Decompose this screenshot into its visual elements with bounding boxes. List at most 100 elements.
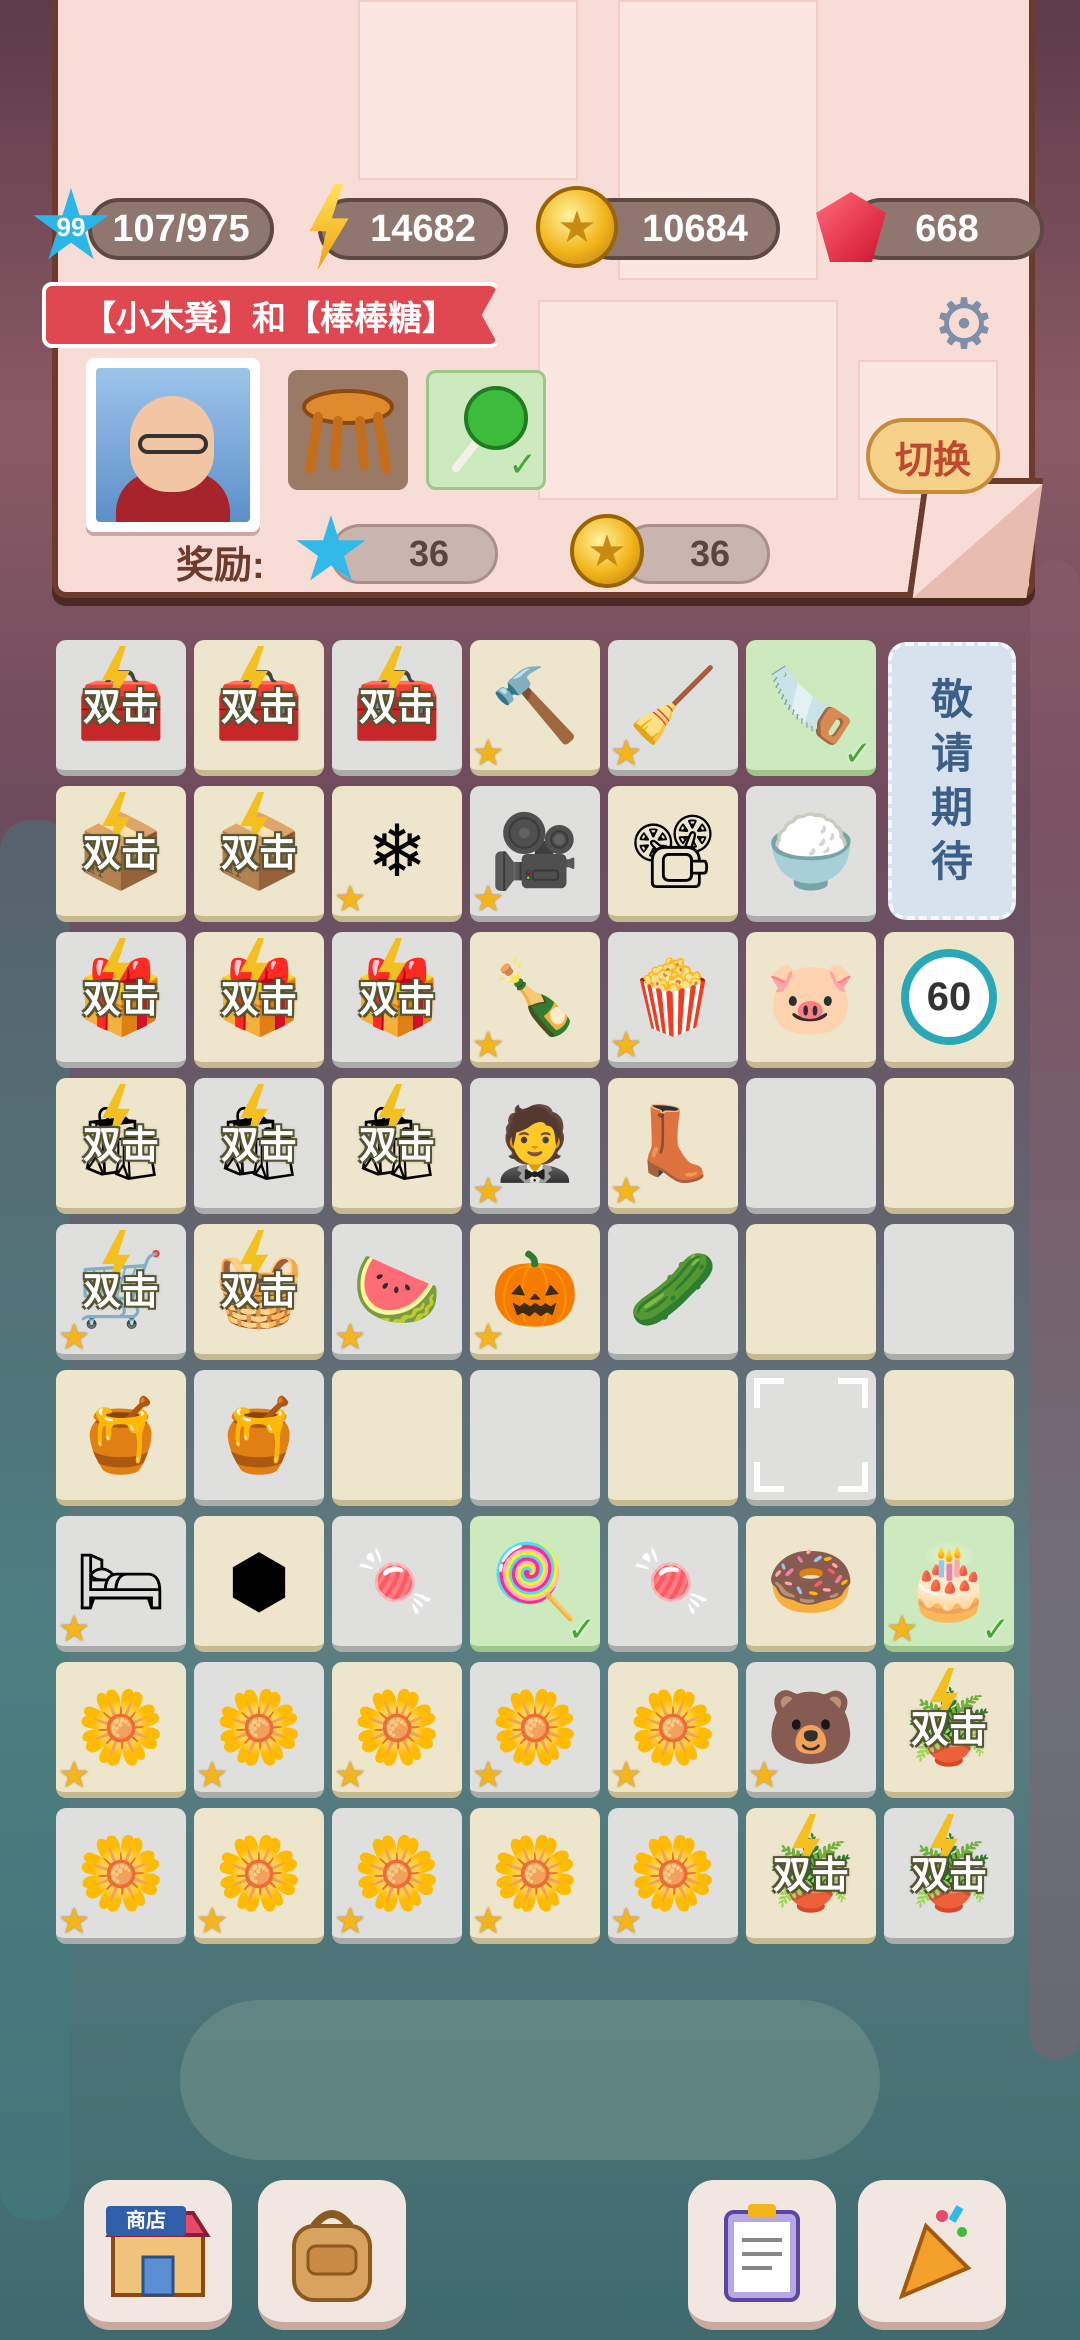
star-badge-icon: ★ [610, 1024, 643, 1065]
board-cell-toolbox-crate[interactable]: 🧰 双击 [194, 640, 324, 776]
board-cell-champagne-bottles[interactable]: 🍾 ★ [470, 932, 600, 1068]
board-cell-snack-box[interactable]: 🎁 双击 [194, 932, 324, 1068]
task-list-button[interactable] [688, 2180, 836, 2330]
board-cell-video-camera[interactable]: 🎥 ★ [470, 786, 600, 922]
coin-icon[interactable]: ★ [532, 182, 622, 272]
board-cell-flower-pot[interactable]: 🪴 双击 [746, 1808, 876, 1944]
star-badge-icon: ★ [58, 1608, 91, 1649]
board-cell-flower-generator[interactable]: 🌼 ★ [56, 1808, 186, 1944]
board-cell-flower-generator[interactable]: 🌼 ★ [332, 1808, 462, 1944]
board-cell-honey-jar[interactable]: 🍯 [194, 1370, 324, 1506]
board-cell-empty[interactable] [470, 1370, 600, 1506]
board-cell-power-drill[interactable]: 🔨 ★ [470, 640, 600, 776]
board-cell-popcorn[interactable]: 🍿 ★ [608, 932, 738, 1068]
board-cell-pumpkin[interactable]: 🎃 ★ [470, 1224, 600, 1360]
board-cell-candy-cane[interactable]: 🍬 [608, 1516, 738, 1652]
coming-soon-char: 敬 [930, 676, 973, 723]
switch-task-button[interactable]: 切换 [866, 418, 1000, 494]
board-cell-shopping-bags[interactable]: 🛍 双击 [56, 1078, 186, 1214]
board-cell-flower-generator[interactable]: 🌼 ★ [608, 1662, 738, 1798]
board-cell-flower-pot[interactable]: 🪴 双击 [884, 1662, 1014, 1798]
board-cell-empty[interactable] [884, 1370, 1014, 1506]
star-badge-icon: ★ [472, 1024, 505, 1065]
energy-value: 14682 [370, 207, 476, 250]
board-cell-empty[interactable] [746, 1078, 876, 1214]
board-cell-honeycomb[interactable]: ⬢ [194, 1516, 324, 1652]
timer-icon: 60 [894, 942, 1004, 1052]
board-cell-flower-generator[interactable]: 🌼 ★ [470, 1662, 600, 1798]
board-cell-electronics-crate[interactable]: 📦 双击 [194, 786, 324, 922]
party-event-button[interactable] [858, 2180, 1006, 2330]
coming-soon-char: 待 [930, 838, 973, 885]
reward-xp-value: 36 [408, 533, 450, 574]
star-badge-icon: ★ [886, 1608, 919, 1649]
board-cell-empty[interactable] [332, 1370, 462, 1506]
coming-soon-panel: 敬 请 期 待 [888, 642, 1016, 920]
board-cell-piggy-bank[interactable]: 🐷 [746, 932, 876, 1068]
board-cell-flower-generator[interactable]: 🌼 ★ [470, 1808, 600, 1944]
shop-sign: 商店 [106, 2206, 186, 2236]
double-tap-label: 双击 [82, 833, 159, 875]
board-cell-snack-box[interactable]: 🎁 双击 [332, 932, 462, 1068]
board-cell-toolbox-crate[interactable]: 🧰 双击 [56, 640, 186, 776]
lightning-bolt-icon[interactable] [284, 182, 374, 272]
board-cell-rice-cooker[interactable]: 🍚 [746, 786, 876, 922]
star-badge-icon: ★ [472, 1754, 505, 1795]
board-cell-flower-generator[interactable]: 🌼 ★ [56, 1662, 186, 1798]
task-item-stool[interactable] [288, 370, 408, 490]
star-badge-icon: ★ [472, 732, 505, 773]
backpack-button[interactable] [258, 2180, 406, 2330]
board-cell-snack-box[interactable]: 🎁 双击 [56, 932, 186, 1068]
board-cell-flower-pot[interactable]: 🪴 双击 [884, 1808, 1014, 1944]
double-tap-label: 双击 [220, 1271, 297, 1313]
board-cell-air-conditioner[interactable]: ❄ ★ [332, 786, 462, 922]
board-cell-watermelon[interactable]: 🍉 ★ [332, 1224, 462, 1360]
complete-check-icon: ✓ [508, 446, 538, 484]
board-cell-shopping-bags[interactable]: 🛍 双击 [194, 1078, 324, 1214]
board-cell-shopping-bags[interactable]: 🛍 双击 [332, 1078, 462, 1214]
double-tap-label: 双击 [82, 979, 159, 1021]
board-cell-flower-generator[interactable]: 🌼 ★ [194, 1662, 324, 1798]
board-cell-empty[interactable] [884, 1224, 1014, 1360]
ruby-gem-icon[interactable] [806, 182, 896, 272]
reward-coin-icon: ★ [562, 506, 652, 596]
board-cell-jelly-beans[interactable]: 🍬 [332, 1516, 462, 1652]
level-star-icon[interactable]: 99 [26, 182, 116, 272]
board-cell-bed[interactable]: 🛏 ★ [56, 1516, 186, 1652]
board-cell-bear[interactable]: 🐻 ★ [746, 1662, 876, 1798]
double-tap-label: 双击 [358, 979, 435, 1021]
board-cell-empty[interactable] [608, 1370, 738, 1506]
board-cell-donut[interactable]: 🍩 [746, 1516, 876, 1652]
star-badge-icon: ★ [334, 1900, 367, 1941]
board-cell-vacuum-cleaner[interactable]: 🧹 ★ [608, 640, 738, 776]
board-cell-electronics-crate[interactable]: 📦 双击 [56, 786, 186, 922]
xp-star-icon [286, 506, 376, 596]
board-cell-cucumber[interactable]: 🥒 [608, 1224, 738, 1360]
board-cell-projector[interactable]: 📽 [608, 786, 738, 922]
board-cell-toolbox-crate[interactable]: 🧰 双击 [332, 640, 462, 776]
star-badge-icon: ★ [748, 1754, 781, 1795]
board-cell-lollipop[interactable]: 🍭 ✓ [470, 1516, 600, 1652]
board-cell-empty[interactable] [884, 1078, 1014, 1214]
board-cell-hand-saw[interactable]: 🪚 ✓ [746, 640, 876, 776]
board-cell-suit[interactable]: 🤵 ★ [470, 1078, 600, 1214]
board-cell-honeycomb-pieces[interactable]: 🍯 [56, 1370, 186, 1506]
shop-button[interactable]: 商店 [84, 2180, 232, 2330]
double-tap-label: 双击 [910, 1709, 987, 1751]
board-cell-timer[interactable]: 60 [884, 932, 1014, 1068]
board-cell-shopping-cart[interactable]: 🛒 双击 ★ [56, 1224, 186, 1360]
board-cell-empty[interactable] [746, 1224, 876, 1360]
settings-gear-icon[interactable]: ⚙ [918, 278, 1010, 370]
board-cell-vegetable-basket[interactable]: 🧺 双击 [194, 1224, 324, 1360]
board-cell-flower-generator[interactable]: 🌼 ★ [194, 1808, 324, 1944]
board-cell-flower-generator[interactable]: 🌼 ★ [608, 1808, 738, 1944]
task-item-lollipop[interactable]: ✓ [426, 370, 546, 490]
merge-board: 🧰 双击 🧰 双击 🧰 双击 🔨 ★ 🧹 ★ 🪚 ✓ 📦 双击 📦 双击 ❄ ★ 🎥 ★ 📽 🍚 🎁 双击 🎁 双击 🎁 双击 🍾 ★ 🍿 ★… [56, 640, 1018, 1960]
star-badge-icon: ★ [610, 1754, 643, 1795]
board-cell-cake[interactable]: 🎂 ★ ✓ [884, 1516, 1014, 1652]
board-cell-flower-generator[interactable]: 🌼 ★ [332, 1662, 462, 1798]
board-cell-selected[interactable] [746, 1370, 876, 1506]
donut-icon: 🍩 [766, 1541, 856, 1622]
jelly-beans-icon: 🍬 [352, 1541, 442, 1622]
board-cell-boots[interactable]: 👢 ★ [608, 1078, 738, 1214]
